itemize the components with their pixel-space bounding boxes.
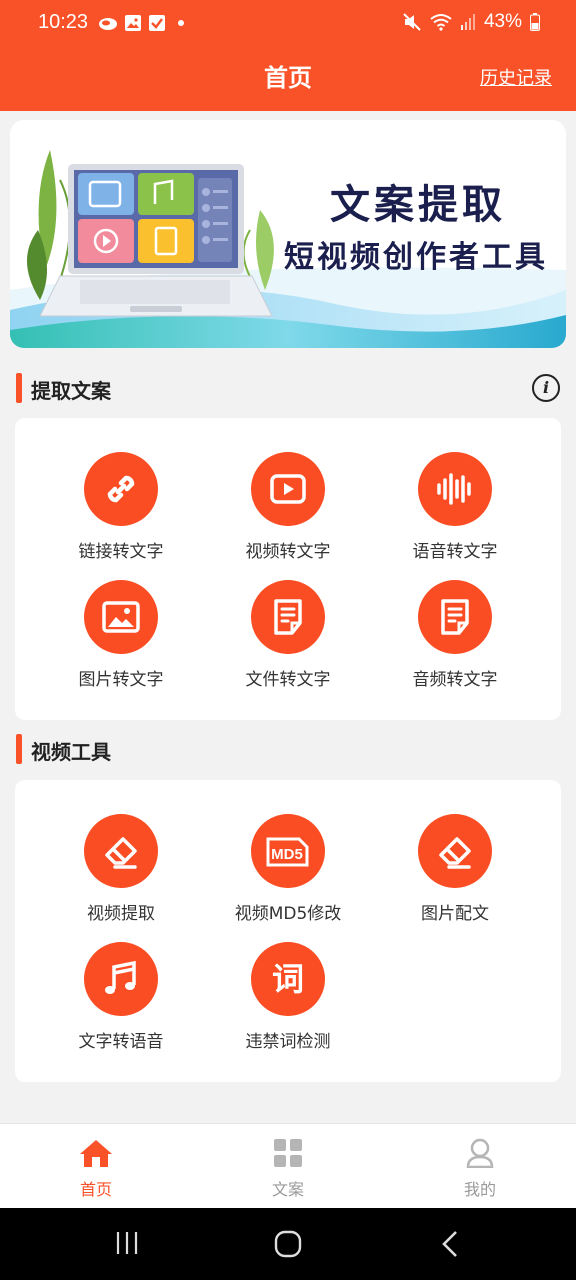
battery-icon xyxy=(530,13,540,31)
nav-label: 我的 xyxy=(463,1180,496,1199)
banner-title: 文案提取 xyxy=(330,181,506,228)
video-play-icon xyxy=(251,452,325,526)
nav-copywriting[interactable]: 文案 xyxy=(228,1138,348,1200)
section-video-tools-header: 视频工具 xyxy=(0,730,576,770)
signal-icon xyxy=(460,14,475,30)
tool-label: 语音转文字 xyxy=(412,542,498,562)
promo-banner[interactable]: 文案提取 短视频创作者工具 xyxy=(10,120,566,348)
tool-text-to-speech[interactable]: 文字转语音 xyxy=(41,942,201,1052)
tool-banned-word-check[interactable]: 词 违禁词检测 xyxy=(208,942,368,1052)
nav-home[interactable]: 首页 xyxy=(36,1138,156,1200)
grid-icon xyxy=(274,1139,302,1167)
section-accent-bar xyxy=(16,734,22,764)
section-title: 提取文案 xyxy=(31,379,111,403)
link-icon xyxy=(84,452,158,526)
checkbox-icon xyxy=(149,15,165,31)
section-accent-bar xyxy=(16,373,22,403)
tool-audio-to-text[interactable]: 音频转文字 xyxy=(375,580,535,690)
tool-video-extract[interactable]: 视频提取 xyxy=(41,814,201,924)
app-header: 10:23 43% 首页 历史记录 xyxy=(0,0,576,111)
word-glyph: 词 xyxy=(272,960,304,998)
tool-label: 链接转文字 xyxy=(78,542,164,562)
tool-image-caption[interactable]: 图片配文 xyxy=(375,814,535,924)
word-icon: 词 xyxy=(251,942,325,1016)
nav-label: 文案 xyxy=(271,1180,304,1199)
tool-label: 视频MD5修改 xyxy=(234,904,342,924)
back-icon xyxy=(442,1231,457,1257)
section-extract-header: 提取文案 i xyxy=(0,369,576,409)
back-button[interactable] xyxy=(438,1230,462,1262)
tool-video-to-text[interactable]: 视频转文字 xyxy=(208,452,368,562)
eraser-icon xyxy=(418,814,492,888)
cloud-icon xyxy=(99,18,117,30)
banner-subtitle: 短视频创作者工具 xyxy=(284,240,548,275)
tool-file-to-text[interactable]: 文件转文字 xyxy=(208,580,368,690)
tool-voice-to-text[interactable]: 语音转文字 xyxy=(375,452,535,562)
image-icon xyxy=(84,580,158,654)
document-icon xyxy=(418,580,492,654)
tool-label: 视频转文字 xyxy=(245,542,331,562)
dot-icon xyxy=(178,20,184,26)
video-tools-card: 视频提取 MD5 视频MD5修改 图片配文 文字转语音 词 违禁词检测 xyxy=(15,780,561,1082)
eraser-icon xyxy=(84,814,158,888)
tool-label: 视频提取 xyxy=(87,904,155,924)
section-title: 视频工具 xyxy=(31,740,111,764)
tool-label: 违禁词检测 xyxy=(245,1032,331,1052)
gallery-icon xyxy=(125,15,141,31)
system-nav-bar xyxy=(0,1208,576,1280)
tool-label: 图片配文 xyxy=(421,904,489,924)
tool-label: 文字转语音 xyxy=(78,1032,164,1052)
document-icon xyxy=(251,580,325,654)
wifi-icon xyxy=(430,14,452,31)
recent-apps-button[interactable] xyxy=(114,1230,140,1260)
status-bar: 10:23 43% xyxy=(0,0,576,46)
info-icon[interactable]: i xyxy=(532,374,560,402)
battery-percent: 43% xyxy=(483,11,522,32)
tool-link-to-text[interactable]: 链接转文字 xyxy=(41,452,201,562)
tool-label: 音频转文字 xyxy=(412,670,498,690)
bottom-nav: 首页 文案 我的 xyxy=(0,1123,576,1208)
notification-icons xyxy=(98,14,186,32)
status-time: 10:23 xyxy=(38,11,89,33)
sound-wave-icon xyxy=(418,452,492,526)
status-right: 43% xyxy=(402,11,540,33)
extract-tools-card: 链接转文字 视频转文字 语音转文字 图片转文字 文件转文字 音频转文字 xyxy=(15,418,561,720)
nav-mine[interactable]: 我的 xyxy=(420,1138,540,1200)
person-icon xyxy=(466,1138,494,1169)
music-note-icon xyxy=(84,942,158,1016)
history-link[interactable]: 历史记录 xyxy=(480,64,552,90)
recent-apps-icon xyxy=(116,1232,138,1254)
mute-icon xyxy=(403,13,421,31)
md5-glyph: MD5 xyxy=(271,846,303,863)
nav-label: 首页 xyxy=(79,1180,112,1199)
home-button[interactable] xyxy=(274,1230,302,1262)
tool-label: 文件转文字 xyxy=(245,670,331,690)
tool-label: 图片转文字 xyxy=(78,670,164,690)
home-icon xyxy=(80,1140,112,1167)
md5-icon: MD5 xyxy=(251,814,325,888)
home-circle-icon xyxy=(274,1230,302,1258)
tool-image-to-text[interactable]: 图片转文字 xyxy=(41,580,201,690)
tool-video-md5[interactable]: MD5 视频MD5修改 xyxy=(208,814,368,924)
